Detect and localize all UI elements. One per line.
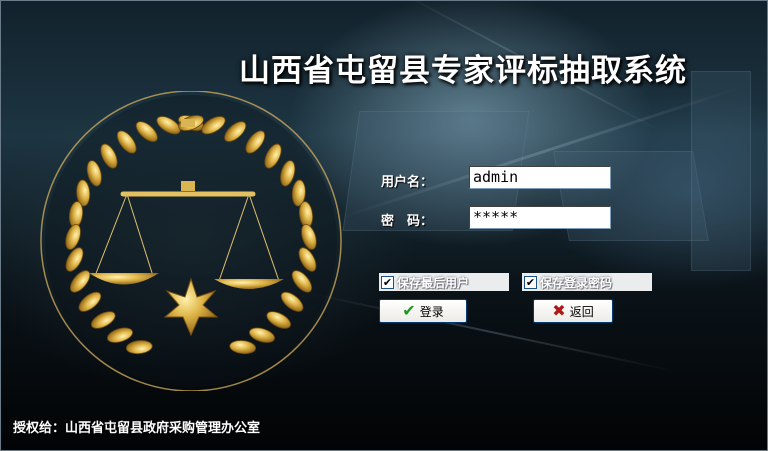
username-label: 用户名：: [381, 175, 434, 190]
light-beam: [304, 291, 678, 373]
license-text: 授权给：山西省屯留县政府采购管理办公室: [13, 421, 261, 436]
justice-scales-emblem-icon: [40, 91, 342, 391]
checkbox-check-icon[interactable]: ✔: [524, 275, 537, 289]
save-user-checkbox[interactable]: ✔ 保存最后用户: [379, 273, 509, 291]
checkbox-check-icon[interactable]: ✔: [381, 275, 394, 289]
login-window: 山西省屯留县专家评标抽取系统 用户名： admin 密 码： ***** ✔ 保…: [0, 0, 768, 451]
green-check-icon: ✔: [402, 301, 416, 320]
password-input[interactable]: *****: [469, 206, 611, 229]
save-password-checkbox[interactable]: ✔ 保存登录密码: [522, 273, 652, 291]
back-button[interactable]: ✖ 返回: [533, 299, 613, 323]
login-button[interactable]: ✔ 登录: [379, 299, 467, 323]
save-password-label: 保存登录密码: [540, 275, 613, 290]
login-button-label: 登录: [419, 304, 444, 319]
red-x-icon: ✖: [552, 301, 566, 320]
app-title: 山西省屯留县专家评标抽取系统: [239, 53, 687, 89]
back-button-label: 返回: [569, 304, 594, 319]
password-label: 密 码：: [381, 214, 434, 229]
save-user-label: 保存最后用户: [397, 275, 470, 290]
username-input[interactable]: admin: [469, 166, 611, 189]
